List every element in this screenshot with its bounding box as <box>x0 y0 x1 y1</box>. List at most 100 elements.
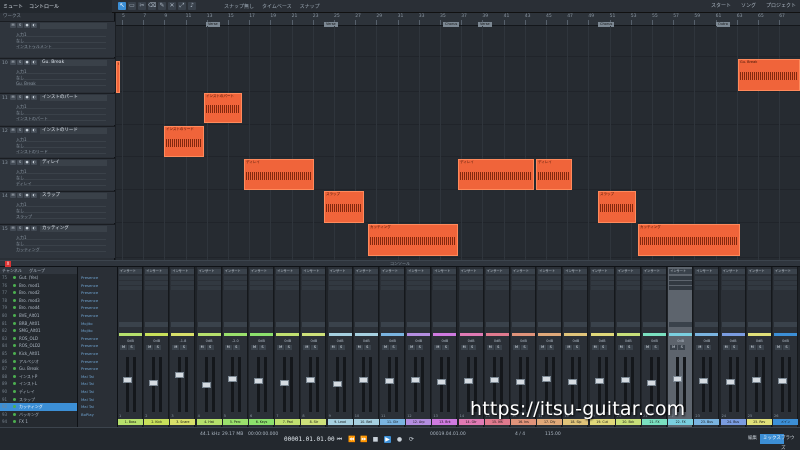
send-slot[interactable] <box>354 322 378 327</box>
track-io-field[interactable]: なし <box>16 208 106 213</box>
insert-header[interactable]: インサート <box>512 269 535 274</box>
volume-readout[interactable]: 0dB <box>381 339 404 343</box>
solo-button[interactable]: S <box>494 345 502 350</box>
insert-slot[interactable] <box>119 276 142 280</box>
insert-slot[interactable] <box>774 286 797 290</box>
channel-list-item[interactable]: 76 Bro. mod1 <box>0 282 77 290</box>
channel-list-item[interactable]: 83 ROS_OLD <box>0 335 77 343</box>
insert-slot[interactable] <box>669 276 693 280</box>
insert-slot[interactable] <box>276 286 300 290</box>
channel-name[interactable]: 5. Perc <box>222 419 248 425</box>
insert-slot[interactable] <box>643 276 666 280</box>
visibility-dot-icon[interactable] <box>13 291 16 295</box>
send-slot[interactable] <box>407 322 431 327</box>
visibility-dot-icon[interactable] <box>13 313 16 317</box>
solo-button[interactable]: S <box>128 345 135 350</box>
visibility-dot-icon[interactable] <box>13 389 16 393</box>
channel-name[interactable]: 25. Rev <box>746 419 772 425</box>
fader-handle[interactable] <box>778 378 787 384</box>
mute-icon[interactable]: M <box>10 128 16 133</box>
monitor-icon[interactable]: ◐ <box>31 128 37 133</box>
insert-slot[interactable] <box>538 286 562 290</box>
send-slot[interactable] <box>643 322 666 327</box>
channel-name[interactable]: 23. Bus <box>694 419 720 425</box>
rewind-icon[interactable]: ⏪ <box>348 436 355 443</box>
channel-list-item[interactable]: 86 アルペジオ <box>0 358 77 366</box>
visibility-dot-icon[interactable] <box>13 344 16 348</box>
fader-track[interactable] <box>754 357 758 412</box>
volume-readout[interactable]: 0dB <box>460 339 483 343</box>
channel-name[interactable]: 9. Lead <box>327 419 353 425</box>
channel-name[interactable]: 8. Str <box>301 419 327 425</box>
snap[interactable]: スナップ <box>300 3 320 10</box>
solo-button[interactable]: S <box>704 345 712 350</box>
send-slot[interactable] <box>669 322 693 327</box>
solo-icon[interactable]: S <box>17 193 23 198</box>
fader-handle[interactable] <box>175 372 185 378</box>
volume-readout[interactable]: 0dB <box>119 339 142 343</box>
fader-handle[interactable] <box>358 377 368 383</box>
insert-slot[interactable] <box>774 281 797 285</box>
solo-button[interactable]: S <box>259 345 266 350</box>
solo-button[interactable]: S <box>547 345 555 350</box>
insert-slot[interactable] <box>407 281 431 285</box>
insert-slot[interactable] <box>354 286 378 290</box>
send-slot[interactable] <box>433 322 457 327</box>
send-slot[interactable] <box>328 322 352 327</box>
channel-name[interactable]: 2. Kick <box>144 419 170 425</box>
insert-slot[interactable] <box>328 281 352 285</box>
insert-slot[interactable] <box>276 281 300 285</box>
channel-name[interactable]: 7. Pad <box>275 419 301 425</box>
insert-slot[interactable] <box>721 281 745 285</box>
insert-slot[interactable] <box>616 286 640 290</box>
fader-handle[interactable] <box>673 376 683 382</box>
volume-readout[interactable]: 0dB <box>774 339 797 343</box>
insert-header[interactable]: インサート <box>250 269 273 274</box>
insert-header[interactable]: インサート <box>433 269 457 274</box>
mixer-channel-strip[interactable]: インサート 0dB M S 26 メイン <box>773 267 798 427</box>
solo-button[interactable]: S <box>363 345 371 350</box>
mute-button[interactable]: M <box>251 345 258 350</box>
insert-slot[interactable] <box>538 276 562 280</box>
insert-slot[interactable] <box>459 286 483 290</box>
mute-icon[interactable]: M <box>10 160 16 165</box>
mute-tool-icon[interactable]: ✕ <box>168 2 176 10</box>
fader-handle[interactable] <box>751 377 761 383</box>
mixer-channel-strip[interactable]: インサート 0dB M S 2 2. Kick <box>144 267 170 427</box>
split-tool-icon[interactable]: ✂ <box>138 2 146 10</box>
solo-button[interactable]: S <box>652 345 659 350</box>
mute-icon[interactable]: M <box>10 60 16 65</box>
mixer-channel-strip[interactable]: インサート 0dB M S 1 1. Bass <box>118 267 143 427</box>
volume-readout[interactable]: 0dB <box>407 339 430 343</box>
channel-name[interactable]: 6. Keys <box>249 419 274 425</box>
track-io-field[interactable]: なし <box>16 143 106 148</box>
solo-button[interactable]: S <box>573 345 581 350</box>
loop-icon[interactable]: ⟳ <box>408 436 415 443</box>
visibility-dot-icon[interactable] <box>13 397 16 401</box>
insert-slot[interactable] <box>250 286 273 290</box>
insert-slot[interactable] <box>354 281 378 285</box>
mixer-channel-strip[interactable]: インサート 0dB M S 10 10. Bell <box>353 267 379 427</box>
solo-button[interactable]: S <box>390 345 397 350</box>
track-name[interactable] <box>40 23 107 29</box>
listen-tool-icon[interactable]: ♪ <box>188 2 196 10</box>
audio-clip[interactable]: Gu. Break <box>738 59 800 91</box>
insert-slot[interactable] <box>407 286 431 290</box>
instrument-list-item[interactable]: Presence <box>78 312 117 320</box>
visibility-dot-icon[interactable] <box>13 336 16 340</box>
visibility-dot-icon[interactable] <box>13 420 16 424</box>
arrow-tool-icon[interactable]: ↖ <box>118 2 126 10</box>
tab-browse[interactable]: ブラウズ <box>778 434 800 450</box>
fader-track[interactable] <box>414 357 418 412</box>
insert-slot[interactable] <box>643 286 666 290</box>
track-name[interactable]: カッティング <box>40 226 107 232</box>
instrument-list-item[interactable]: Presence <box>78 297 117 305</box>
audio-clip[interactable]: インストのパート <box>204 93 242 123</box>
fader-handle[interactable] <box>699 378 709 384</box>
mute-button[interactable]: M <box>565 345 573 350</box>
insert-slot[interactable] <box>171 281 195 285</box>
volume-readout[interactable]: 0dB <box>250 339 273 343</box>
audio-clip[interactable]: カッティング <box>368 224 458 256</box>
insert-slot[interactable] <box>119 286 142 290</box>
send-slot[interactable] <box>590 322 614 327</box>
